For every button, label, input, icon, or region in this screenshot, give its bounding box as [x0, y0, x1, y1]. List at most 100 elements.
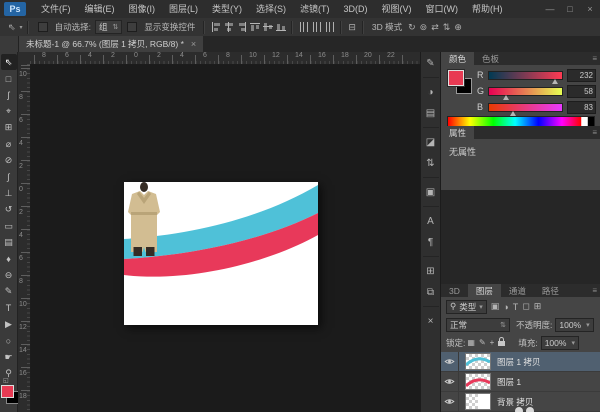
timeline-panel-icon[interactable]: ⊞: [423, 263, 439, 279]
tab-color[interactable]: 颜色: [441, 52, 474, 65]
3d-drag-icon[interactable]: ⇄: [429, 22, 441, 33]
lock-all-icon[interactable]: [498, 341, 505, 346]
3d-slide-icon[interactable]: ⇅: [441, 22, 453, 33]
distribute-icon[interactable]: [299, 22, 309, 32]
layer-thumbnail[interactable]: [465, 353, 491, 370]
fill-dropdown[interactable]: 100% ▾: [541, 336, 579, 350]
layer-filter-kind-dropdown[interactable]: ⚲ 类型 ▾: [446, 300, 487, 314]
path-selection-tool[interactable]: ▶: [1, 316, 17, 332]
distribute-icon[interactable]: [325, 22, 335, 32]
document-tab[interactable]: 未标题-1 @ 66.7% (图层 1 拷贝, RGB/8) * ×: [19, 36, 203, 52]
visibility-eye-icon[interactable]: [441, 372, 459, 391]
show-transform-checkbox[interactable]: [127, 22, 137, 32]
eraser-tool[interactable]: ▭: [1, 218, 17, 234]
blur-tool[interactable]: ♦: [1, 251, 17, 267]
distribute-icon[interactable]: [312, 22, 322, 32]
character-panel-icon[interactable]: A: [423, 213, 439, 229]
auto-align-icon[interactable]: ⊟: [346, 22, 358, 33]
3d-roll-icon[interactable]: ⊚: [418, 22, 430, 33]
green-slider-thumb[interactable]: [503, 95, 509, 100]
menu-edit[interactable]: 编辑(E): [78, 0, 122, 18]
brush-settings-panel-icon[interactable]: ✎: [423, 55, 439, 71]
adjustments-panel-icon[interactable]: ▤: [423, 105, 439, 121]
document-canvas[interactable]: [124, 182, 318, 325]
pen-tool[interactable]: ✎: [1, 283, 17, 299]
layer-row-background-copy[interactable]: 背景 拷贝: [441, 392, 600, 412]
filter-pixel-icon[interactable]: ▣: [491, 301, 500, 312]
visibility-eye-icon[interactable]: [441, 392, 459, 411]
layer-name[interactable]: 图层 1 拷贝: [497, 356, 540, 368]
align-left-icon[interactable]: [211, 22, 221, 32]
dodge-tool[interactable]: ⊖: [1, 267, 17, 283]
align-right-icon[interactable]: [237, 22, 247, 32]
align-bottom-icon[interactable]: [276, 22, 286, 32]
blend-mode-dropdown[interactable]: 正常 ⇅: [446, 318, 510, 332]
filter-smart-object-icon[interactable]: ⊞: [534, 301, 542, 312]
menu-select[interactable]: 选择(S): [249, 0, 293, 18]
history-brush-tool[interactable]: ↺: [1, 202, 17, 218]
panel-menu-icon[interactable]: ≡: [592, 126, 600, 139]
shape-tool[interactable]: ○: [1, 333, 17, 349]
move-tool[interactable]: ⇖: [1, 54, 17, 70]
menu-view[interactable]: 视图(V): [375, 0, 419, 18]
tab-properties[interactable]: 属性: [441, 126, 474, 139]
clone-source-panel-icon[interactable]: ⧉: [423, 284, 439, 300]
navigator-panel-icon[interactable]: ◑: [423, 84, 439, 100]
brush-tool[interactable]: ∫: [1, 169, 17, 185]
healing-brush-tool[interactable]: ⊘: [1, 152, 17, 168]
foreground-color-well[interactable]: [448, 70, 464, 86]
quick-selection-tool[interactable]: ⌖: [1, 103, 17, 119]
gradient-tool[interactable]: ▤: [1, 234, 17, 250]
layer-thumbnail[interactable]: [465, 373, 491, 390]
paragraph-panel-icon[interactable]: ¶: [423, 234, 439, 250]
red-value-field[interactable]: 232: [567, 69, 596, 82]
layer-thumbnail[interactable]: [465, 393, 491, 410]
menu-filter[interactable]: 滤镜(T): [293, 0, 337, 18]
tool-preset-caret-icon[interactable]: ▾: [20, 24, 23, 31]
tab-3d[interactable]: 3D: [441, 284, 468, 297]
align-top-icon[interactable]: [250, 22, 260, 32]
maximize-button[interactable]: □: [560, 0, 580, 18]
crop-tool[interactable]: ⊞: [1, 120, 17, 136]
panel-menu-icon[interactable]: ≡: [592, 52, 600, 65]
default-colors-icon[interactable]: ◱: [3, 377, 9, 384]
libraries-panel-icon[interactable]: ▣: [423, 184, 439, 200]
filter-type-icon[interactable]: T: [513, 302, 519, 312]
menu-help[interactable]: 帮助(H): [465, 0, 510, 18]
blue-value-field[interactable]: 83: [567, 101, 596, 114]
visibility-eye-icon[interactable]: [441, 352, 459, 371]
layer-name[interactable]: 背景 拷贝: [497, 396, 533, 408]
close-button[interactable]: ×: [580, 0, 600, 18]
align-center-icon[interactable]: [224, 22, 234, 32]
tab-close-icon[interactable]: ×: [191, 39, 196, 49]
panel-menu-icon[interactable]: ≡: [592, 284, 600, 297]
eyedropper-tool[interactable]: ⌀: [1, 136, 17, 152]
menu-type[interactable]: 类型(Y): [205, 0, 249, 18]
menu-3d[interactable]: 3D(D): [337, 0, 375, 18]
type-tool[interactable]: T: [1, 300, 17, 316]
foreground-color-swatch[interactable]: [1, 385, 14, 398]
menu-layer[interactable]: 图层(L): [162, 0, 205, 18]
clone-stamp-tool[interactable]: ⊥: [1, 185, 17, 201]
horizontal-ruler[interactable]: 86420246810121416182022: [30, 52, 420, 65]
swatches-panel-icon[interactable]: ⇅: [423, 155, 439, 171]
tab-swatches[interactable]: 色板: [474, 52, 507, 65]
menu-image[interactable]: 图像(I): [122, 0, 163, 18]
green-slider[interactable]: [488, 87, 563, 96]
filter-shape-icon[interactable]: ◻: [522, 301, 529, 312]
blue-slider-thumb[interactable]: [510, 111, 516, 116]
lock-image-icon[interactable]: ✎: [479, 338, 486, 347]
hand-tool[interactable]: ☛: [1, 349, 17, 365]
menu-window[interactable]: 窗口(W): [419, 0, 466, 18]
menu-file[interactable]: 文件(F): [34, 0, 78, 18]
lasso-tool[interactable]: ʃ: [1, 87, 17, 103]
auto-select-checkbox[interactable]: [38, 22, 48, 32]
red-slider[interactable]: [488, 71, 563, 80]
align-middle-icon[interactable]: [263, 22, 273, 32]
toolbar-header[interactable]: [0, 36, 19, 52]
tab-paths[interactable]: 路径: [534, 284, 567, 297]
layer-row-layer1-copy[interactable]: 图层 1 拷贝: [441, 352, 600, 372]
3d-scale-icon[interactable]: ⊕: [452, 22, 464, 33]
green-value-field[interactable]: 58: [567, 85, 596, 98]
lock-position-icon[interactable]: +: [490, 338, 495, 347]
